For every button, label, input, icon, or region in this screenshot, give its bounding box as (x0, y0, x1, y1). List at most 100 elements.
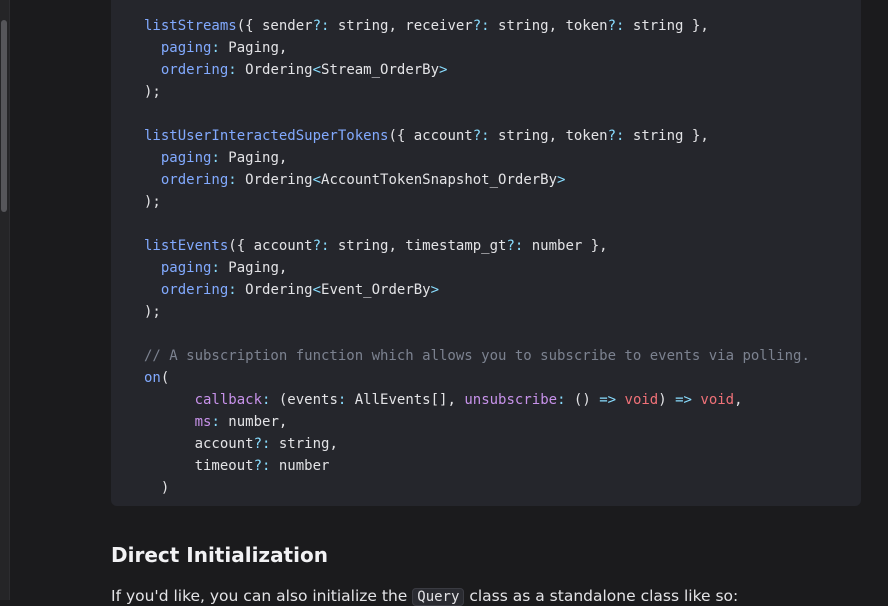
code-token: > (430, 282, 440, 298)
code-token: ?: (472, 18, 490, 34)
code-token: void (624, 392, 659, 408)
code-token: (events (270, 392, 338, 408)
code-line: paging: Paging, (144, 37, 810, 59)
code-token: string, token (489, 128, 608, 144)
code-token: AccountTokenSnapshot_OrderBy (321, 172, 558, 188)
code-token: () (565, 392, 600, 408)
code-line: listUserInteractedSuperTokens({ account?… (144, 125, 810, 147)
code-token: number (270, 458, 330, 474)
code-token: timeout (144, 458, 254, 474)
code-token: ms (194, 414, 212, 430)
code-token: ); (144, 84, 161, 100)
code-token: ?: (607, 128, 625, 144)
code-line: paging: Paging, (144, 257, 810, 279)
code-token: Ordering (236, 282, 313, 298)
code-token: => (675, 392, 692, 408)
code-token: string }, (624, 18, 709, 34)
page-scrollbar[interactable] (0, 0, 10, 600)
code-token: Paging, (219, 260, 288, 276)
code-line: ms: number, (144, 411, 810, 433)
code-token: string, receiver (329, 18, 473, 34)
code-token: ?: (253, 458, 271, 474)
code-token: : (557, 392, 566, 408)
code-token: ?: (253, 436, 271, 452)
code-token: account (144, 436, 254, 452)
code-line: ); (144, 191, 810, 213)
code-token: string, token (489, 18, 608, 34)
code-line: ordering: Ordering<Stream_OrderBy> (144, 59, 810, 81)
code-token: ) (658, 392, 676, 408)
code-token: : (211, 414, 220, 430)
code-token: Paging, (219, 150, 288, 166)
code-token: ( (160, 370, 170, 386)
code-token: on (144, 370, 161, 386)
code-token: ?: (472, 128, 490, 144)
code-token: Stream_OrderBy (321, 62, 440, 78)
code-token: : (228, 282, 237, 298)
code-token: ?: (312, 18, 330, 34)
code-token: < (312, 282, 322, 298)
code-token: : (211, 150, 220, 166)
code-token: paging (160, 40, 212, 56)
code-token: void (700, 392, 735, 408)
code-token: listUserInteractedSuperTokens (144, 128, 389, 144)
code-token: : (211, 40, 220, 56)
code-block: listStreams({ sender?: string, receiver?… (111, 0, 861, 506)
code-token: < (312, 62, 322, 78)
section-heading: Direct Initialization (111, 543, 328, 567)
code-token: ) (144, 480, 170, 496)
code-token: ); (144, 304, 161, 320)
inline-code-query: Query (412, 588, 465, 606)
code-content: listStreams({ sender?: string, receiver?… (144, 15, 810, 499)
code-token: string, (270, 436, 338, 452)
intro-text-after: class as a standalone class like so: (464, 587, 739, 605)
code-token: ({ account (228, 238, 313, 254)
code-token: ({ account (388, 128, 473, 144)
code-token: Ordering (236, 62, 313, 78)
code-line: ); (144, 301, 810, 323)
code-token: paging (160, 260, 212, 276)
code-token: < (312, 172, 322, 188)
code-token: : (228, 62, 237, 78)
code-token: ({ sender (236, 18, 313, 34)
code-line: ordering: Ordering<AccountTokenSnapshot_… (144, 169, 810, 191)
code-line: timeout?: number (144, 455, 810, 477)
code-token: unsubscribe (464, 392, 558, 408)
code-token: number, (219, 414, 288, 430)
scrollbar-thumb[interactable] (1, 20, 7, 212)
code-line: callback: (events: AllEvents[], unsubscr… (144, 389, 810, 411)
code-line: // A subscription function which allows … (144, 345, 810, 367)
code-token: AllEvents[], (346, 392, 465, 408)
code-line: ); (144, 81, 810, 103)
code-token: number }, (523, 238, 608, 254)
intro-paragraph: If you'd like, you can also initialize t… (111, 587, 739, 606)
code-line: listEvents({ account?: string, timestamp… (144, 235, 810, 257)
code-token: listEvents (144, 238, 229, 254)
code-token: > (557, 172, 566, 188)
code-token: callback (194, 392, 263, 408)
code-token: ordering (160, 282, 229, 298)
code-token: ordering (160, 172, 229, 188)
code-token: listStreams (144, 18, 237, 34)
code-token: Event_OrderBy (321, 282, 431, 298)
code-token: => (599, 392, 617, 408)
code-token: Paging, (219, 40, 288, 56)
code-token: ?: (607, 18, 625, 34)
code-token: : (211, 260, 220, 276)
code-line: listStreams({ sender?: string, receiver?… (144, 15, 810, 37)
code-token: > (439, 62, 448, 78)
code-token: string, timestamp_gt (329, 238, 507, 254)
code-token: string }, (624, 128, 709, 144)
code-token: ordering (160, 62, 229, 78)
code-line: on( (144, 367, 810, 389)
